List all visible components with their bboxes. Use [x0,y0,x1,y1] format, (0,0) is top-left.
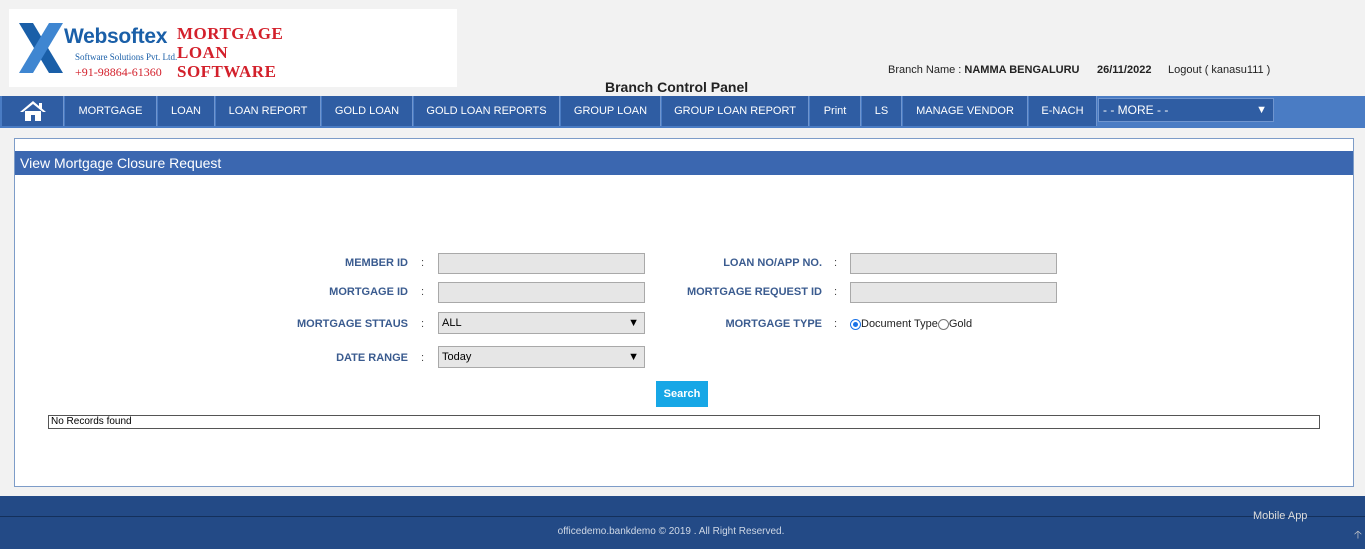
branch-name: NAMMA BENGALURU [964,64,1080,76]
mortgage-status-value: ALL [442,317,462,329]
mortgage-request-id-input[interactable] [850,282,1057,303]
chevron-down-icon: ▼ [1256,104,1267,116]
footer-divider [0,516,1365,517]
results-message: No Records found [48,415,1320,429]
nav-gold-loan[interactable]: GOLD LOAN [322,96,413,126]
nav-group-loan-report[interactable]: GROUP LOAN REPORT [662,96,809,126]
logout-link[interactable]: Logout ( kanasu111 ) [1168,64,1270,76]
logo-brand-name: Websoftex [64,25,168,48]
product-line-1: MORTGAGE [177,24,284,43]
mortgage-status-label: MORTGAGE STTAUS [296,318,408,330]
logo-phone: +91-98864-61360 [75,65,162,79]
logo-product-name: MORTGAGE LOAN SOFTWARE [177,24,283,81]
colon: : [421,257,425,269]
page-footer: officedemo.bankdemo © 2019 . All Right R… [0,496,1365,549]
loan-no-label: LOAN NO/APP NO. [723,257,822,269]
radio-document-type-label: Document Type [861,318,938,330]
branch-label: Branch Name : [888,64,965,76]
nav-mortgage[interactable]: MORTGAGE [65,96,157,126]
date-range-label: DATE RANGE [336,352,408,364]
chevron-down-icon: ▼ [628,317,639,329]
mortgage-type-radio-group: Document Type Gold [850,318,972,330]
date-range-value: Today [442,351,472,363]
panel-title: Branch Control Panel [605,79,749,95]
loan-no-input[interactable] [850,253,1057,274]
home-icon [19,101,46,121]
nav-group-loan[interactable]: GROUP LOAN [561,96,661,126]
nav-gold-loan-reports[interactable]: GOLD LOAN REPORTS [414,96,560,126]
current-date: 26/11/2022 [1097,64,1152,76]
member-id-label: MEMBER ID [345,257,408,269]
date-range-select[interactable]: Today ▼ [438,346,645,368]
websoftex-x-logo-icon [19,23,63,73]
nav-e-nach[interactable]: E-NACH [1029,96,1097,126]
member-id-input[interactable] [438,253,645,274]
colon: : [834,318,838,330]
nav-home-button[interactable] [2,96,64,126]
company-logo[interactable]: Websoftex Software Solutions Pvt. Ltd. +… [9,9,457,87]
mortgage-type-label: MORTGAGE TYPE [725,318,822,330]
panel-header: View Mortgage Closure Request [15,151,1353,175]
branch-info: Branch Name : NAMMA BENGALURU [888,64,1080,76]
nav-print[interactable]: Print [810,96,861,126]
mortgage-request-id-label: MORTGAGE REQUEST ID [686,286,822,298]
colon: : [834,286,838,298]
colon: : [421,318,425,330]
more-menu-label: - - MORE - - [1103,103,1169,117]
search-button[interactable]: Search [656,381,708,407]
mortgage-id-label: MORTGAGE ID [329,286,408,298]
mortgage-status-select[interactable]: ALL ▼ [438,312,645,334]
search-panel: View Mortgage Closure Request [14,138,1354,487]
scroll-to-top-icon[interactable]: 🡡 [1354,526,1362,545]
product-line-3: SOFTWARE [177,62,277,81]
radio-gold[interactable] [937,318,949,330]
page-header: Websoftex Software Solutions Pvt. Ltd. +… [0,0,1365,96]
colon: : [834,257,838,269]
nav-manage-vendor[interactable]: MANAGE VENDOR [903,96,1028,126]
chevron-down-icon: ▼ [628,351,639,363]
more-menu-select[interactable]: - - MORE - - ▼ [1098,98,1274,122]
copyright-text: officedemo.bankdemo © 2019 . All Right R… [557,526,785,537]
radio-document-type[interactable] [850,318,861,330]
logo-tagline: Software Solutions Pvt. Ltd. [75,52,178,62]
nav-loan[interactable]: LOAN [158,96,215,126]
radio-gold-label: Gold [948,318,973,330]
nav-ls[interactable]: LS [862,96,902,126]
mortgage-id-input[interactable] [438,282,645,303]
colon: : [421,352,425,364]
colon: : [421,286,425,298]
product-line-2: LOAN [177,43,229,62]
main-nav: MORTGAGE LOAN LOAN REPORT GOLD LOAN GOLD… [0,96,1365,128]
nav-loan-report[interactable]: LOAN REPORT [216,96,321,126]
mobile-app-link[interactable]: Mobile App [1253,510,1307,522]
